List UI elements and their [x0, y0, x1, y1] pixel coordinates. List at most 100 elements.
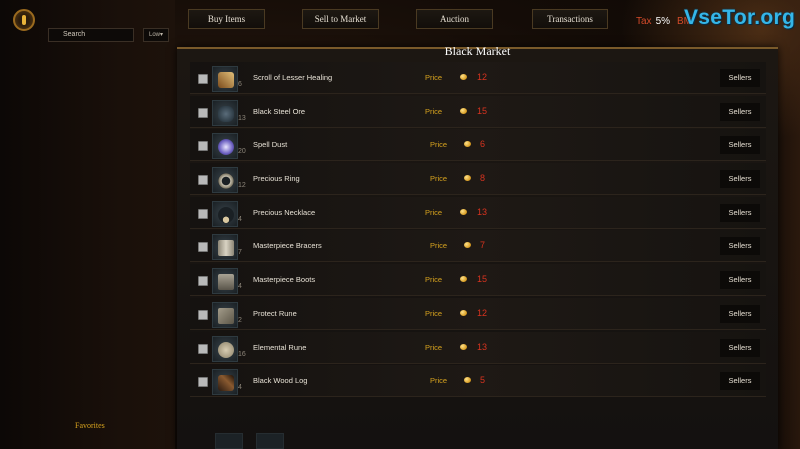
item-quantity: 16	[238, 351, 246, 358]
price-label: Price	[425, 343, 443, 352]
sellers-button[interactable]: Sellers	[720, 136, 760, 154]
sellers-button[interactable]: Sellers	[720, 305, 760, 323]
tax-value: 5%	[655, 16, 671, 27]
item-quantity: 4	[238, 384, 242, 391]
tab-transactions[interactable]: Transactions	[532, 9, 608, 29]
item-name: Precious Necklace	[253, 208, 316, 217]
item-thumbnail[interactable]	[212, 302, 238, 328]
item-thumbnail[interactable]	[212, 201, 238, 227]
table-row[interactable]: 4 Precious Necklace Price 13 Sellers	[190, 197, 766, 229]
item-name: Elemental Rune	[253, 343, 307, 352]
item-name: Precious Ring	[253, 174, 300, 183]
price-label: Price	[425, 275, 443, 284]
sort-dropdown[interactable]: Low▾	[143, 28, 169, 42]
table-row[interactable]: 20 Spell Dust Price 6 Sellers	[190, 129, 766, 161]
table-row[interactable]: 4 Black Wood Log Price 5 Sellers	[190, 365, 766, 397]
favorites-label[interactable]: Favorites	[75, 421, 105, 430]
dust-icon	[218, 139, 234, 155]
item-checkbox[interactable]	[198, 377, 208, 387]
price-label: Price	[425, 73, 443, 82]
table-row[interactable]: 7 Masterpiece Bracers Price 7 Sellers	[190, 230, 766, 262]
item-quantity: 12	[238, 182, 246, 189]
panel-title: Black Market	[444, 44, 511, 58]
log-icon	[218, 375, 234, 391]
sellers-button[interactable]: Sellers	[720, 271, 760, 289]
item-thumbnail[interactable]	[212, 268, 238, 294]
price-label: Price	[430, 174, 448, 183]
item-checkbox[interactable]	[198, 209, 208, 219]
left-background	[0, 0, 175, 449]
gold-coin-icon	[460, 108, 467, 114]
sellers-button[interactable]: Sellers	[720, 69, 760, 87]
item-quantity: 20	[238, 148, 246, 155]
sellers-button[interactable]: Sellers	[720, 170, 760, 188]
table-row[interactable]: 4 Masterpiece Boots Price 15 Sellers	[190, 264, 766, 296]
price-label: Price	[430, 241, 448, 250]
rune-icon	[218, 308, 234, 324]
gold-coin-icon	[460, 310, 467, 316]
item-thumbnail-partial	[256, 433, 284, 449]
price-label: Price	[425, 208, 443, 217]
gold-coin-icon	[460, 74, 467, 80]
item-checkbox[interactable]	[198, 74, 208, 84]
item-name: Scroll of Lesser Healing	[253, 73, 333, 82]
ore-icon	[218, 106, 234, 122]
gold-coin-icon	[464, 242, 471, 248]
menu-emblem-icon[interactable]	[13, 9, 35, 31]
item-name: Masterpiece Bracers	[253, 241, 322, 250]
item-thumbnail[interactable]	[212, 336, 238, 362]
table-row[interactable]: 12 Precious Ring Price 8 Sellers	[190, 163, 766, 195]
item-thumbnail[interactable]	[212, 66, 238, 92]
item-checkbox[interactable]	[198, 310, 208, 320]
gold-coin-icon	[464, 141, 471, 147]
bracers-icon	[218, 240, 234, 256]
item-price: 7	[480, 240, 486, 250]
price-label: Price	[430, 140, 448, 149]
item-thumbnail[interactable]	[212, 234, 238, 260]
table-row[interactable]: 6 Scroll of Lesser Healing Price 12 Sellers	[190, 62, 766, 94]
item-checkbox[interactable]	[198, 108, 208, 118]
necklace-icon	[218, 207, 234, 223]
table-row[interactable]: 13 Black Steel Ore Price 15 Sellers	[190, 96, 766, 128]
table-row[interactable]: 16 Elemental Rune Price 13 Sellers	[190, 332, 766, 364]
item-thumbnail[interactable]	[212, 167, 238, 193]
gold-coin-icon	[464, 175, 471, 181]
item-price: 6	[480, 139, 486, 149]
price-label: Price	[425, 107, 443, 116]
sellers-button[interactable]: Sellers	[720, 237, 760, 255]
watermark: VseTor.org	[684, 6, 796, 29]
item-thumbnail[interactable]	[212, 100, 238, 126]
item-price: 5	[480, 375, 486, 385]
item-name: Black Steel Ore	[253, 107, 306, 116]
item-checkbox[interactable]	[198, 276, 208, 286]
item-checkbox[interactable]	[198, 242, 208, 252]
sort-value: Low	[148, 32, 160, 38]
item-price: 12	[477, 72, 488, 82]
sellers-button[interactable]: Sellers	[720, 204, 760, 222]
search-input[interactable]: Search	[48, 28, 134, 42]
item-checkbox[interactable]	[198, 141, 208, 151]
item-checkbox[interactable]	[198, 175, 208, 185]
sellers-button[interactable]: Sellers	[720, 339, 760, 357]
item-name: Protect Rune	[253, 309, 297, 318]
sellers-button[interactable]: Sellers	[720, 103, 760, 121]
item-thumbnail[interactable]	[212, 369, 238, 395]
item-name: Masterpiece Boots	[253, 275, 316, 284]
elemental-rune-icon	[218, 342, 234, 358]
item-quantity: 4	[238, 283, 242, 290]
item-name: Black Wood Log	[253, 376, 308, 385]
item-price: 15	[477, 106, 488, 116]
price-label: Price	[430, 376, 448, 385]
gold-coin-icon	[464, 377, 471, 383]
item-thumbnail-partial	[215, 433, 243, 449]
item-thumbnail[interactable]	[212, 133, 238, 159]
tab-buy-items[interactable]: Buy Items	[188, 9, 265, 29]
boots-icon	[218, 274, 234, 290]
tab-auction[interactable]: Auction	[416, 9, 493, 29]
item-checkbox[interactable]	[198, 344, 208, 354]
table-row[interactable]: 2 Protect Rune Price 12 Sellers	[190, 298, 766, 330]
ring-icon	[218, 173, 234, 189]
tab-sell-to-market[interactable]: Sell to Market	[302, 9, 379, 29]
sellers-button[interactable]: Sellers	[720, 372, 760, 390]
tax-label: Tax	[636, 16, 652, 27]
